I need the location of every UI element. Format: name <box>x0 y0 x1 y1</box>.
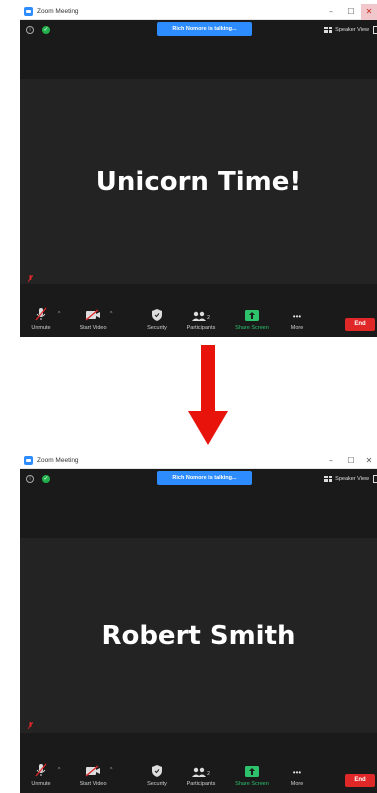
unmute-label: Unmute <box>31 325 51 331</box>
talking-banner: Rich Nomore is talking... <box>157 471 252 485</box>
security-button[interactable]: Security <box>144 759 170 793</box>
info-icon[interactable]: i <box>26 26 34 34</box>
unmute-button[interactable]: Unmute <box>28 303 54 337</box>
participant-name: Unicorn Time! <box>95 166 302 197</box>
speaker-view-button[interactable]: Speaker View <box>324 24 369 35</box>
video-off-icon <box>85 759 101 777</box>
mic-muted-indicator-icon <box>27 270 34 283</box>
close-button[interactable]: ✕ <box>361 4 377 20</box>
mic-muted-icon <box>35 303 47 321</box>
security-button[interactable]: Security <box>144 303 170 337</box>
more-label: More <box>290 781 304 787</box>
mic-muted-indicator-icon <box>27 717 34 730</box>
security-shield-icon <box>152 759 162 777</box>
info-icon[interactable]: i <box>26 475 34 483</box>
more-label: More <box>290 325 304 331</box>
more-icon: ••• <box>292 312 302 321</box>
audio-options-caret-icon[interactable]: ^ <box>58 767 60 773</box>
participants-button[interactable]: 2 Participants <box>178 303 224 337</box>
zoom-app-icon <box>24 7 33 16</box>
meeting-toolbar: Unmute ^ Start Video ^ Security 2 Partic… <box>20 303 377 337</box>
mic-muted-icon <box>35 759 47 777</box>
video-off-icon <box>85 303 101 321</box>
shield-check-icon[interactable]: ✓ <box>42 475 50 483</box>
participant-name: Robert Smith <box>101 620 296 651</box>
maximize-button[interactable]: ☐ <box>341 453 361 469</box>
fullscreen-icon[interactable] <box>373 475 377 483</box>
zoom-window-after: Zoom Meeting – ☐ ✕ i ✓ Rich Nomore is ta… <box>20 453 377 793</box>
start-video-button[interactable]: Start Video <box>75 303 111 337</box>
unmute-button[interactable]: Unmute <box>28 759 54 793</box>
participants-icon: 2 <box>192 303 210 321</box>
security-shield-icon <box>152 303 162 321</box>
video-options-caret-icon[interactable]: ^ <box>110 767 112 773</box>
security-label: Security <box>147 325 167 331</box>
window-title: Zoom Meeting <box>37 457 79 464</box>
close-button[interactable]: ✕ <box>361 453 377 469</box>
end-meeting-button[interactable]: End <box>345 774 375 787</box>
start-video-button[interactable]: Start Video <box>75 759 111 793</box>
share-screen-label: Share Screen <box>235 325 269 331</box>
start-video-label: Start Video <box>79 325 107 331</box>
participants-count: 2 <box>207 771 210 777</box>
speaker-view-label: Speaker View <box>335 475 369 482</box>
share-screen-button[interactable]: Share Screen <box>230 759 274 793</box>
participants-count: 2 <box>207 315 210 321</box>
speaker-view-button[interactable]: Speaker View <box>324 473 369 484</box>
grid-icon <box>324 26 333 33</box>
shield-check-icon[interactable]: ✓ <box>42 26 50 34</box>
share-screen-icon <box>245 303 259 321</box>
window-title: Zoom Meeting <box>37 8 79 15</box>
active-speaker-video: Unicorn Time! <box>20 79 377 284</box>
grid-icon <box>324 475 333 482</box>
share-screen-label: Share Screen <box>235 781 269 787</box>
more-icon: ••• <box>292 768 302 777</box>
share-screen-button[interactable]: Share Screen <box>230 303 274 337</box>
zoom-window-before: Zoom Meeting – ☐ ✕ i ✓ Rich Nomore is ta… <box>20 4 377 337</box>
title-bar: Zoom Meeting – ☐ ✕ <box>20 453 377 469</box>
maximize-button[interactable]: ☐ <box>341 4 361 20</box>
meeting-toolbar: Unmute ^ Start Video ^ Security 2 Partic… <box>20 759 377 793</box>
minimize-button[interactable]: – <box>321 4 341 20</box>
minimize-button[interactable]: – <box>321 453 341 469</box>
participants-label: Participants <box>186 781 216 787</box>
fullscreen-icon[interactable] <box>373 26 377 34</box>
active-speaker-video: Robert Smith <box>20 538 377 733</box>
security-label: Security <box>147 781 167 787</box>
title-bar: Zoom Meeting – ☐ ✕ <box>20 4 377 20</box>
down-arrow-icon <box>188 345 228 445</box>
zoom-app-icon <box>24 456 33 465</box>
share-screen-icon <box>245 759 259 777</box>
video-options-caret-icon[interactable]: ^ <box>110 311 112 317</box>
participants-icon: 2 <box>192 759 210 777</box>
end-meeting-button[interactable]: End <box>345 318 375 331</box>
participants-button[interactable]: 2 Participants <box>178 759 224 793</box>
more-button[interactable]: ••• More <box>284 303 310 337</box>
audio-options-caret-icon[interactable]: ^ <box>58 311 60 317</box>
more-button[interactable]: ••• More <box>284 759 310 793</box>
speaker-view-label: Speaker View <box>335 26 369 33</box>
participants-label: Participants <box>186 325 216 331</box>
unmute-label: Unmute <box>31 781 51 787</box>
start-video-label: Start Video <box>79 781 107 787</box>
talking-banner: Rich Nomore is talking... <box>157 22 252 36</box>
